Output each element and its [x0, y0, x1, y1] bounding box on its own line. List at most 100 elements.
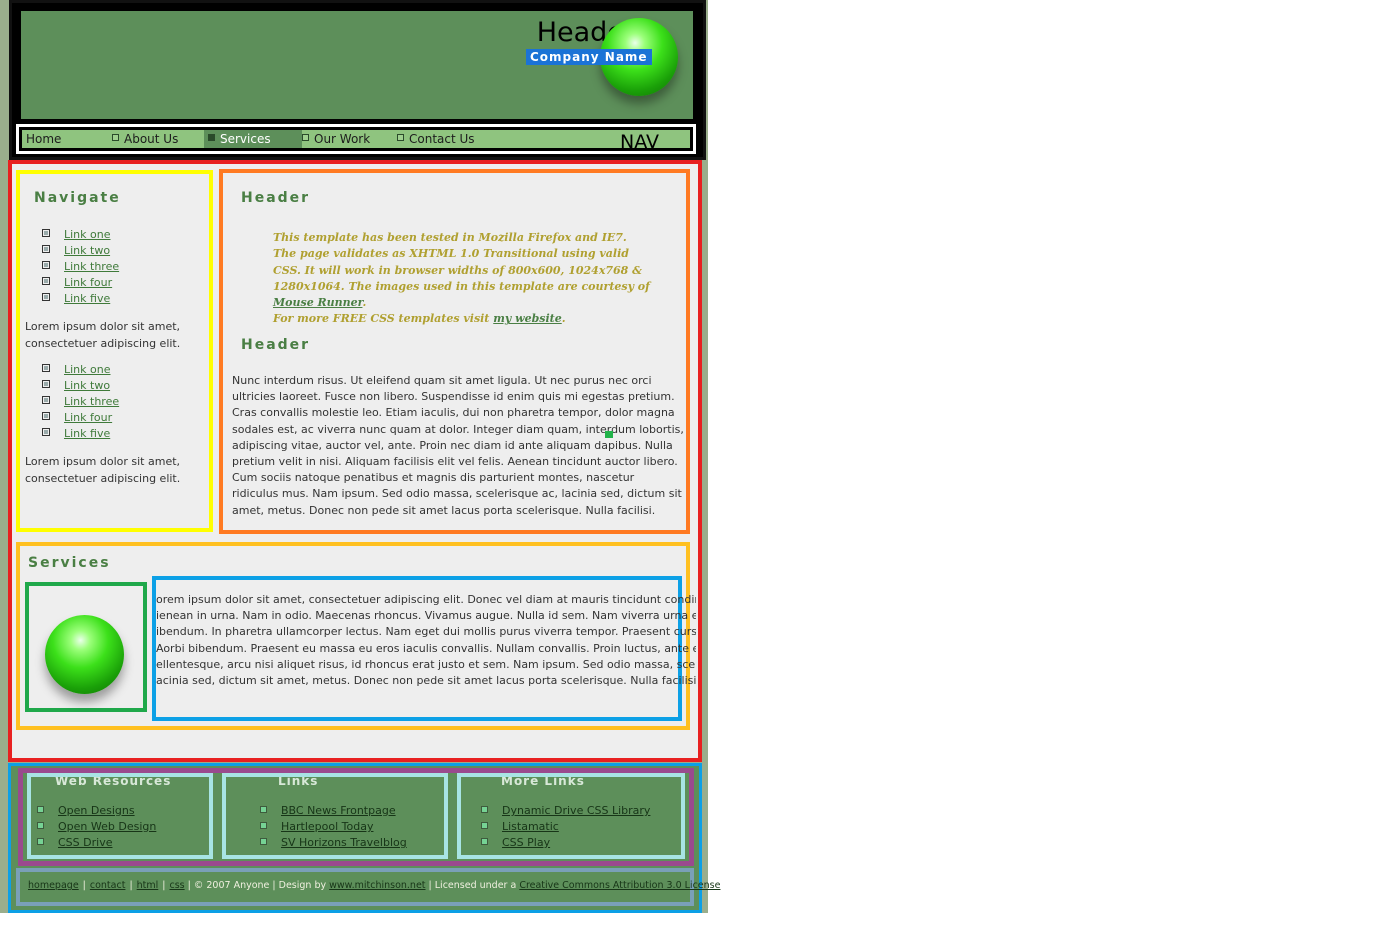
footer-link[interactable]: Dynamic Drive CSS Library	[502, 804, 650, 817]
footer-credits: homepage | contact | html | css | © 2007 Anyon…	[28, 880, 721, 891]
list-item: Link one	[42, 362, 119, 378]
sidebar-link[interactable]: Link four	[64, 276, 112, 289]
content-body: Nunc interdum risus. Ut eleifend quam si…	[232, 374, 684, 517]
sidebar-link[interactable]: Link three	[64, 260, 119, 273]
services-text: orem ipsum dolor sit amet, consectetuer …	[156, 592, 696, 689]
footer-link[interactable]: SV Horizons Travelblog	[281, 836, 407, 849]
sidebar-link[interactable]: Link four	[64, 411, 112, 424]
footer-column-links: Links BBC News Frontpage Hartlepool Toda…	[222, 773, 448, 859]
services-text-line: ellentesque, arcu nisi aliquet risus, id…	[156, 657, 696, 671]
bullet-icon	[260, 806, 267, 813]
nav-item-home[interactable]: Home	[22, 130, 108, 148]
content-heading: Header	[241, 337, 311, 353]
mouse-runner-link[interactable]: Mouse Runner	[273, 296, 362, 309]
bullet-icon	[42, 245, 50, 253]
footer-column-more-links: More Links Dynamic Drive CSS Library Lis…	[457, 773, 685, 859]
green-marker-icon	[605, 431, 613, 438]
nav-item-contact-us[interactable]: Contact Us	[393, 130, 497, 148]
footer-link-list: BBC News Frontpage Hartlepool Today SV H…	[260, 803, 407, 851]
footer-link[interactable]: BBC News Frontpage	[281, 804, 396, 817]
sidebar-link-list: Link one Link two Link three Link four L…	[42, 227, 119, 307]
footer-link[interactable]: Open Web Design	[58, 820, 156, 833]
nav-bullet-icon	[112, 134, 119, 141]
nav-bar: Home About Us Services Our Work Contact …	[22, 130, 690, 148]
footer-copyright: | © 2007 Anyone | Design by	[187, 880, 330, 891]
bullet-icon	[42, 261, 50, 269]
my-website-link[interactable]: my website	[493, 312, 561, 325]
header-banner: Header	[18, 8, 696, 122]
footer-link-list: Open Designs Open Web Design CSS Drive	[37, 803, 156, 851]
footer-column-heading: More Links	[501, 774, 585, 788]
nav-bullet-icon	[302, 134, 309, 141]
nav-bullet-icon	[397, 134, 404, 141]
list-item: Link five	[42, 291, 119, 307]
sidebar-link[interactable]: Link one	[64, 363, 111, 376]
nav-item-label: Services	[220, 132, 271, 146]
footer-column-heading: Links	[278, 774, 319, 788]
nav-item-about-us[interactable]: About Us	[108, 130, 204, 148]
sidebar-link[interactable]: Link one	[64, 228, 111, 241]
footer-html-link[interactable]: html	[137, 880, 159, 891]
sidebar-link[interactable]: Link five	[64, 292, 110, 305]
bullet-icon	[260, 822, 267, 829]
footer-column-web-resources: Web Resources Open Designs Open Web Desi…	[27, 773, 213, 859]
list-item: Link three	[42, 259, 119, 275]
footer-license-text: | Licensed under a	[425, 880, 520, 891]
sidebar-link[interactable]: Link two	[64, 379, 110, 392]
sidebar-text: Lorem ipsum dolor sit amet, consectetuer…	[25, 320, 181, 350]
green-orb-image	[45, 615, 124, 694]
intro-text-part: .	[561, 312, 566, 326]
bullet-icon	[42, 428, 50, 436]
bullet-icon	[42, 380, 50, 388]
list-item: BBC News Frontpage	[260, 803, 407, 819]
bullet-icon	[42, 412, 50, 420]
services-text-line: ienean in urna. Nam in odio. Maecenas rh…	[156, 609, 696, 623]
list-item: Link one	[42, 227, 119, 243]
sidebar-text: Lorem ipsum dolor sit amet, consectetuer…	[25, 455, 181, 485]
bullet-icon	[42, 396, 50, 404]
bullet-icon	[260, 838, 267, 845]
footer-link[interactable]: Hartlepool Today	[281, 820, 373, 833]
bullet-icon	[42, 293, 50, 301]
services-text-line: Aorbi bibendum. Praesent eu massa eu ero…	[156, 641, 696, 655]
list-item: Open Web Design	[37, 819, 156, 835]
sidebar-link[interactable]: Link two	[64, 244, 110, 257]
nav-item-label: Contact Us	[409, 132, 475, 146]
footer-link[interactable]: Open Designs	[58, 804, 135, 817]
nav-item-services[interactable]: Services	[204, 130, 302, 148]
bullet-icon	[481, 806, 488, 813]
bullet-icon	[42, 364, 50, 372]
list-item: Listamatic	[481, 819, 650, 835]
intro-text-part: For more FREE CSS templates visit	[273, 312, 494, 326]
bullet-icon	[42, 277, 50, 285]
sidebar-link[interactable]: Link five	[64, 427, 110, 440]
intro-text: This template has been tested in Mozilla…	[273, 230, 653, 328]
list-item: Link three	[42, 394, 119, 410]
footer-link[interactable]: Listamatic	[502, 820, 559, 833]
footer-column-heading: Web Resources	[55, 774, 172, 788]
list-item: Link four	[42, 275, 119, 291]
footer-contact-link[interactable]: contact	[90, 880, 126, 891]
list-item: Link five	[42, 426, 119, 442]
list-item: CSS Play	[481, 835, 650, 851]
bullet-icon	[481, 838, 488, 845]
nav-region-label: NAV	[620, 131, 659, 153]
footer-license-link[interactable]: Creative Commons Attribution 3.0 License	[519, 880, 720, 891]
services-text-line: ibendum. In pharetra ullamcorper lectus.…	[156, 625, 696, 639]
footer-link[interactable]: CSS Drive	[58, 836, 112, 849]
footer-css-link[interactable]: css	[169, 880, 184, 891]
footer-link-list: Dynamic Drive CSS Library Listamatic CSS…	[481, 803, 650, 851]
nav-bullet-icon	[208, 134, 215, 141]
footer-homepage-link[interactable]: homepage	[28, 880, 79, 891]
nav-item-label: Home	[26, 132, 62, 146]
list-item: Hartlepool Today	[260, 819, 407, 835]
sidebar-link[interactable]: Link three	[64, 395, 119, 408]
bullet-icon	[37, 806, 44, 813]
sidebar-link-list: Link one Link two Link three Link four L…	[42, 362, 119, 442]
nav-item-our-work[interactable]: Our Work	[298, 130, 397, 148]
footer-designer-link[interactable]: www.mitchinson.net	[329, 880, 425, 891]
list-item: CSS Drive	[37, 835, 156, 851]
footer-link[interactable]: CSS Play	[502, 836, 550, 849]
nav-item-label: About Us	[124, 132, 179, 146]
intro-text-part: .	[362, 296, 367, 310]
